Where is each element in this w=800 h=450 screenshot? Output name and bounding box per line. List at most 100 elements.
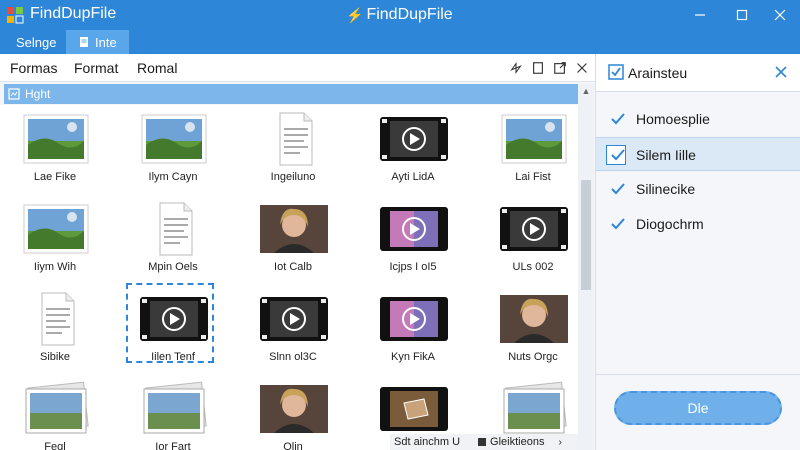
file-label: Ayti LidA [391, 171, 435, 183]
bottom-strip-left: Sdt ainchm U [394, 436, 461, 448]
file-label: Kyn FikA [390, 351, 435, 363]
image-thumbnail-icon [20, 381, 92, 437]
image-thumbnail-icon [20, 201, 92, 257]
scroll-up-icon[interactable]: ▲ [581, 86, 591, 96]
panel-divider [596, 374, 800, 375]
option-diogochrm[interactable]: Diogochrm [596, 207, 800, 241]
file-label: Olin [283, 441, 303, 450]
video-thumbnail-icon [378, 291, 450, 347]
close-icon[interactable] [774, 65, 788, 79]
file-label: Lae Fike [33, 171, 77, 183]
file-tile[interactable]: Sibike [0, 289, 110, 369]
file-tile[interactable]: Ior Fart [118, 379, 228, 450]
file-label: Ilym Cayn [148, 171, 198, 183]
center-title-text: FindDupFile [366, 6, 453, 23]
chevron-right-icon[interactable]: › [558, 437, 561, 448]
checkmark-icon [610, 111, 626, 127]
file-tile[interactable]: Kyn FikA [358, 289, 468, 369]
option-homoesplie[interactable]: Homoesplie [596, 102, 800, 136]
image-thumbnail-icon [498, 111, 570, 167]
lightning-icon: ⚡ [346, 6, 364, 23]
file-tile[interactable]: Ilym Cayn [118, 109, 228, 189]
file-label: Iiym Wih [33, 261, 77, 273]
vertical-scrollbar[interactable]: ▲ [578, 84, 594, 450]
close-button[interactable] [760, 0, 800, 30]
panel-header: Arainsteu [596, 54, 800, 92]
image-thumbnail-icon [258, 381, 330, 437]
image-thumbnail-icon [138, 381, 210, 437]
maximize-button[interactable] [722, 0, 762, 30]
scrollbar-thumb[interactable] [581, 180, 591, 290]
file-label: Nuts Orgc [508, 351, 558, 363]
close-icon[interactable] [574, 60, 590, 76]
menu-formas[interactable]: Formas [10, 60, 57, 76]
section-icon [8, 88, 20, 100]
title-bar[interactable]: FindDupFile ⚡ FindDupFile [0, 0, 800, 30]
tab-selnge[interactable]: Selnge [4, 30, 68, 54]
close-icon [774, 9, 786, 21]
panel-title: Arainsteu [628, 65, 688, 81]
file-label: Slnn ol3C [269, 351, 317, 363]
document-thumbnail-icon [20, 291, 92, 347]
done-button[interactable]: Dle [614, 391, 782, 425]
checkbox-icon[interactable] [608, 64, 624, 80]
file-label: Feql [44, 441, 66, 450]
video-thumbnail-icon [138, 291, 210, 347]
file-label: ULs 002 [512, 261, 554, 273]
checkmark-icon [610, 216, 626, 232]
file-label: Ior Fart [155, 441, 191, 450]
file-label: Ingeiluno [270, 171, 316, 183]
option-silinecike[interactable]: Silinecike [596, 172, 800, 206]
options-panel: Arainsteu Homoesplie Silem Iille Silinec… [595, 54, 800, 450]
option-label: Silinecike [636, 181, 696, 197]
file-tile[interactable]: Mpin Oels [118, 199, 228, 279]
checkmark-icon [610, 147, 626, 163]
center-title: ⚡ FindDupFile [346, 6, 453, 24]
option-silem-iille[interactable]: Silem Iille [596, 137, 800, 171]
document-icon [80, 37, 88, 47]
image-thumbnail-icon [498, 381, 570, 437]
file-tile[interactable]: ULs 002 [478, 199, 578, 279]
section-label: Hght [25, 87, 51, 101]
file-tile[interactable]: Icjps I oI5 [358, 199, 468, 279]
document-thumbnail-icon [258, 111, 330, 167]
file-tile[interactable]: Olin [238, 379, 348, 450]
image-thumbnail-icon [258, 201, 330, 257]
option-label: Silem Iille [636, 147, 696, 163]
option-label: Diogochrm [636, 216, 704, 232]
bookmark-icon[interactable] [530, 60, 546, 76]
file-tile[interactable]: Feql [0, 379, 110, 450]
file-tile[interactable]: Slnn ol3C [238, 289, 348, 369]
square-icon [478, 438, 487, 446]
tab-label: Inte [95, 34, 117, 50]
image-thumbnail-icon [498, 291, 570, 347]
file-tile[interactable]: Ingeiluno [238, 109, 348, 189]
tab-inte[interactable]: Inte [66, 30, 129, 54]
file-tile[interactable]: Lai Fist [478, 109, 578, 189]
menu-format[interactable]: Format [74, 60, 118, 76]
file-tile[interactable]: Nuts Orgc [478, 289, 578, 369]
file-label: Iilen Tenf [151, 351, 195, 363]
file-tile[interactable]: Lae Fike [0, 109, 110, 189]
option-label: Homoesplie [636, 111, 710, 127]
menu-romal[interactable]: Romal [137, 60, 177, 76]
document-thumbnail-icon [138, 201, 210, 257]
file-tile[interactable]: Iilen Tenf [118, 283, 228, 369]
app-title: FindDupFile [30, 5, 117, 22]
file-label: Iot Calb [274, 261, 312, 273]
file-tile[interactable]: Ayti LidA [358, 109, 468, 189]
section-header[interactable]: Hght [4, 84, 578, 104]
file-tile[interactable]: Iot Calb [238, 199, 348, 279]
video-thumbnail-icon [378, 381, 450, 437]
open-external-icon[interactable] [552, 60, 568, 76]
bottom-strip-right: Gleiktieons [490, 436, 545, 448]
file-label: Sibike [40, 351, 70, 363]
file-label: Lai Fist [515, 171, 551, 183]
app-window: FindDupFile ⚡ FindDupFile Selnge Inte Fo… [0, 0, 800, 450]
maximize-icon [736, 9, 748, 21]
refresh-icon[interactable] [508, 60, 524, 76]
minimize-icon [695, 14, 705, 16]
video-thumbnail-icon [378, 201, 450, 257]
minimize-button[interactable] [680, 0, 720, 30]
file-tile[interactable]: Iiym Wih [0, 199, 110, 279]
